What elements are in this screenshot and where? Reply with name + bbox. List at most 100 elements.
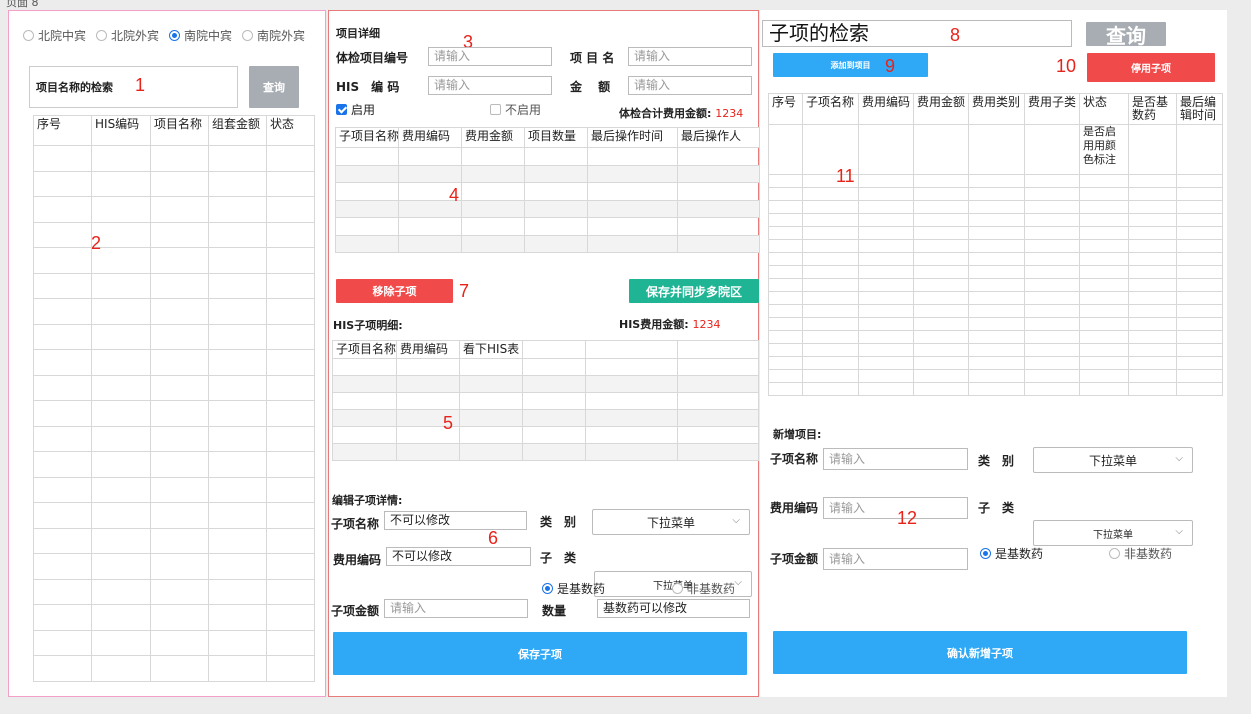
edit-name-input[interactable]: 不可以修改 [384,511,527,530]
table-row[interactable] [33,527,315,554]
radio-north-foreign[interactable]: 北院外宾 [96,27,159,44]
new-subcategory-select[interactable]: 下拉菜单 ⌵ [1033,520,1193,546]
new-fee-input[interactable]: 请输入 [823,497,968,519]
table-row[interactable] [335,234,760,253]
table-row[interactable] [768,330,1223,344]
new-amount-input[interactable]: 请输入 [823,548,968,570]
table-row[interactable] [768,278,1223,292]
amount-input[interactable]: 请输入 [628,76,752,95]
table-cell [802,200,859,214]
table-row[interactable] [768,226,1223,240]
table-row[interactable] [33,349,315,376]
table-cell [768,124,803,175]
table-row[interactable] [768,369,1223,383]
table-cell [522,443,586,461]
table-row[interactable] [768,252,1223,266]
project-search-input[interactable]: 项目名称的检索 [29,66,238,108]
new-name-input[interactable]: 请输入 [823,448,968,470]
project-code-input[interactable]: 请输入 [428,47,552,66]
table-row[interactable] [768,343,1223,357]
table-row[interactable] [768,356,1223,370]
table-row[interactable] [33,502,315,529]
disable-sub-item-button[interactable]: 停用子项 [1087,53,1215,82]
table-row[interactable] [332,426,759,444]
radio-south-foreign[interactable]: 南院外宾 [242,27,305,44]
edit-amount-label: 子项金额 [331,604,380,618]
table-row[interactable] [768,291,1223,305]
sub-item-search-input[interactable]: 子项的检索 [762,20,1072,47]
table-row[interactable] [33,425,315,452]
table-row[interactable] [33,196,315,223]
radio-north-chinese[interactable]: 北院中宾 [23,27,86,44]
disable-checkbox[interactable]: 不启用 [490,101,541,118]
table-row[interactable] [33,553,315,580]
table-cell [913,226,969,240]
table-row[interactable] [332,409,759,427]
save-sub-item-button[interactable]: 保存子项 [333,632,747,675]
table-row[interactable] [332,375,759,393]
table-row[interactable] [332,443,759,461]
edit-non-basic-drug-radio[interactable]: 非基数药 [672,580,735,597]
new-category-select[interactable]: 下拉菜单 ⌵ [1033,447,1193,473]
table-row[interactable] [33,170,315,197]
table-cell [1176,252,1223,266]
his-code-input[interactable]: 请输入 [428,76,552,95]
table-cell [459,375,523,393]
add-to-project-button[interactable]: 添加到项目 [773,53,928,77]
table-row[interactable] [768,265,1223,279]
quantity-input[interactable]: 基数药可以修改 [597,599,750,618]
table-cell [33,400,92,427]
project-name-input[interactable]: 请输入 [628,47,752,66]
table-cell [913,291,969,305]
table-row[interactable] [768,382,1223,396]
edit-basic-drug-radio[interactable]: 是基数药 [542,580,605,597]
table-row[interactable] [33,221,315,248]
remove-sub-item-button[interactable]: 移除子项 [336,279,453,303]
table-cell [1176,369,1223,383]
table-row[interactable] [33,476,315,503]
table-row[interactable] [768,304,1223,318]
table-row[interactable] [768,317,1223,331]
table-row[interactable] [332,358,759,376]
table-row[interactable] [335,217,760,236]
table-row[interactable] [33,655,315,682]
table-row[interactable] [768,213,1223,227]
new-non-basic-drug-radio[interactable]: 非基数药 [1109,545,1172,562]
table-row[interactable] [332,392,759,410]
confirm-add-sub-item-button[interactable]: 确认新增子项 [773,631,1187,674]
left-query-button[interactable]: 查询 [249,66,299,108]
save-sync-button[interactable]: 保存并同步多院区 [629,279,759,303]
right-query-button[interactable]: 查询 [1086,22,1166,48]
table-row[interactable] [33,145,315,172]
table-row[interactable] [335,182,760,201]
table-row[interactable] [335,164,760,183]
table-row[interactable] [33,247,315,274]
table-row[interactable] [33,400,315,427]
table-cell [208,578,267,605]
table-row[interactable] [768,239,1223,253]
table-cell [913,239,969,253]
table-row[interactable] [335,199,760,218]
table-row[interactable] [33,629,315,656]
table-row[interactable] [768,187,1223,201]
radio-south-chinese[interactable]: 南院中宾 [169,27,232,44]
table-row[interactable] [33,374,315,401]
new-basic-drug-radio[interactable]: 是基数药 [980,545,1043,562]
table-cell [208,527,267,554]
edit-amount-input[interactable]: 请输入 [384,599,528,618]
table-cell [858,382,914,396]
table-row[interactable] [33,578,315,605]
table-cell [266,476,315,503]
edit-fee-input[interactable]: 不可以修改 [386,547,531,566]
table-row[interactable] [768,200,1223,214]
edit-category-select[interactable]: 下拉菜单 ⌵ [592,509,750,535]
table-row[interactable] [33,451,315,478]
table-row[interactable] [33,272,315,299]
sub-items-table: 子项目名称 费用编码 费用金额 项目数量 最后操作时间 最后操作人 [335,127,760,253]
table-row[interactable] [33,604,315,631]
table-row[interactable] [33,298,315,325]
table-row[interactable] [335,147,760,166]
table-cell [266,629,315,656]
enable-checkbox[interactable]: 启用 [336,101,375,118]
table-row[interactable] [33,323,315,350]
